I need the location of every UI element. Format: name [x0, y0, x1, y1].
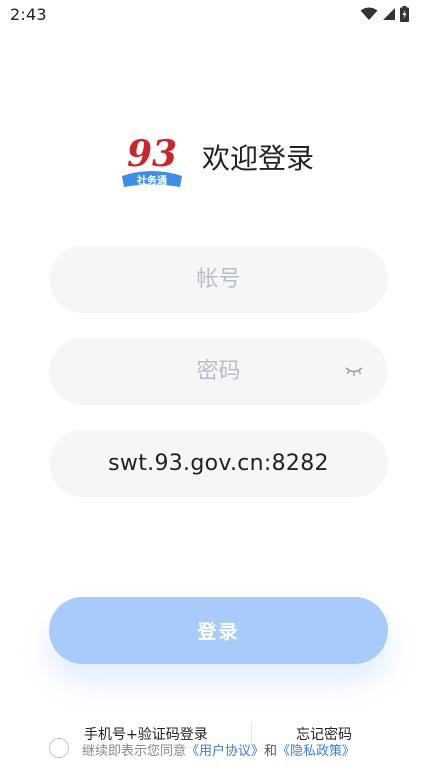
status-icons [360, 6, 409, 22]
agreement-text: 继续即表示您同意《用户协议》和《隐私政策》 [82, 740, 355, 759]
agreement-and: 和 [264, 744, 278, 759]
welcome-title: 欢迎登录 [202, 142, 315, 175]
cellular-signal-icon [383, 8, 395, 20]
logo-label: 社务通 [136, 174, 167, 187]
app-logo: 93 社务通 [122, 133, 182, 187]
account-field[interactable] [49, 246, 388, 313]
battery-charging-icon [400, 6, 409, 22]
password-field[interactable] [49, 338, 388, 405]
server-address-input[interactable] [86, 450, 351, 477]
user-agreement-link[interactable]: 《用户协议》 [186, 744, 264, 759]
brand-header: 93 社务通 欢迎登录 [118, 132, 348, 192]
password-input[interactable] [86, 358, 351, 385]
login-button[interactable]: 登录 [49, 597, 388, 664]
eye-closed-icon[interactable] [344, 364, 364, 378]
wifi-icon [360, 7, 378, 20]
logo-number: 93 [127, 133, 177, 175]
agreement-row: 继续即表示您同意《用户协议》和《隐私政策》 [0, 738, 437, 760]
server-address-field[interactable] [49, 430, 388, 497]
status-bar: 2:43 [0, 0, 437, 30]
account-input[interactable] [86, 266, 351, 293]
agreement-checkbox[interactable] [49, 738, 69, 758]
privacy-policy-link[interactable]: 《隐私政策》 [277, 744, 355, 759]
status-time: 2:43 [10, 5, 47, 24]
agreement-prefix: 继续即表示您同意 [82, 744, 187, 759]
